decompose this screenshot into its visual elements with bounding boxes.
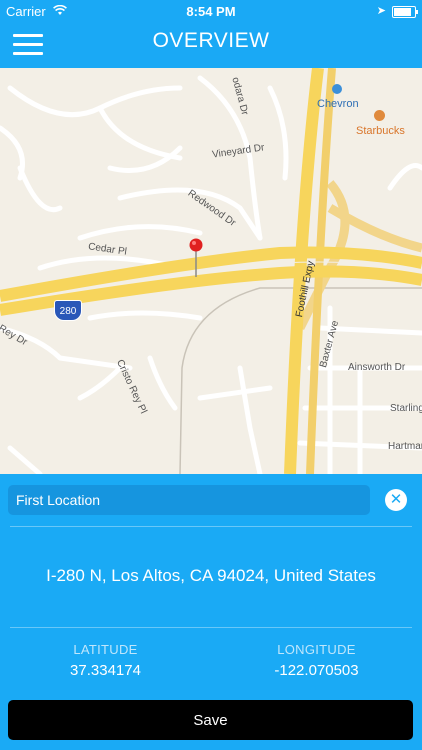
latitude-value: 37.334174: [70, 662, 141, 679]
gas-station-icon: [332, 84, 342, 94]
clear-icon[interactable]: ✕: [385, 489, 407, 511]
battery-icon: [392, 6, 418, 18]
location-name-input[interactable]: [8, 485, 370, 515]
page-title: OVERVIEW: [152, 29, 270, 52]
status-bar: Carrier 8:54 PM ➤: [0, 0, 422, 22]
location-name-field[interactable]: [8, 485, 370, 515]
nav-bar: OVERVIEW: [0, 22, 422, 68]
street-label: Ainsworth Dr: [348, 362, 406, 373]
map-pin-icon[interactable]: [189, 238, 203, 278]
clock: 8:54 PM: [186, 4, 236, 19]
coffee-icon: [374, 110, 385, 121]
street-label: Hartman: [388, 441, 422, 452]
location-detail-panel: ✕ I-280 N, Los Altos, CA 94024, United S…: [0, 474, 422, 750]
longitude-label: LONGITUDE: [277, 642, 356, 657]
street-label: Starling: [390, 403, 422, 414]
location-arrow-icon: ➤: [376, 5, 386, 17]
address-text: I-280 N, Los Altos, CA 94024, United Sta…: [46, 566, 376, 585]
starbucks-poi-label: Starbucks: [356, 125, 405, 137]
divider: [10, 627, 412, 628]
latitude-label: LATITUDE: [73, 642, 138, 657]
chevron-poi-label: Chevron: [317, 98, 359, 110]
interstate-number: 280: [59, 306, 77, 317]
divider: [10, 526, 412, 527]
longitude-block: LONGITUDE -122.070503: [211, 642, 422, 679]
map-view[interactable]: odara Dr Vineyard Dr Redwood Dr Cedar Pl…: [0, 68, 422, 474]
longitude-value: -122.070503: [274, 662, 359, 679]
interstate-shield-icon: 280: [54, 300, 82, 321]
latitude-block: LATITUDE 37.334174: [0, 642, 211, 679]
save-button[interactable]: Save: [8, 700, 413, 740]
